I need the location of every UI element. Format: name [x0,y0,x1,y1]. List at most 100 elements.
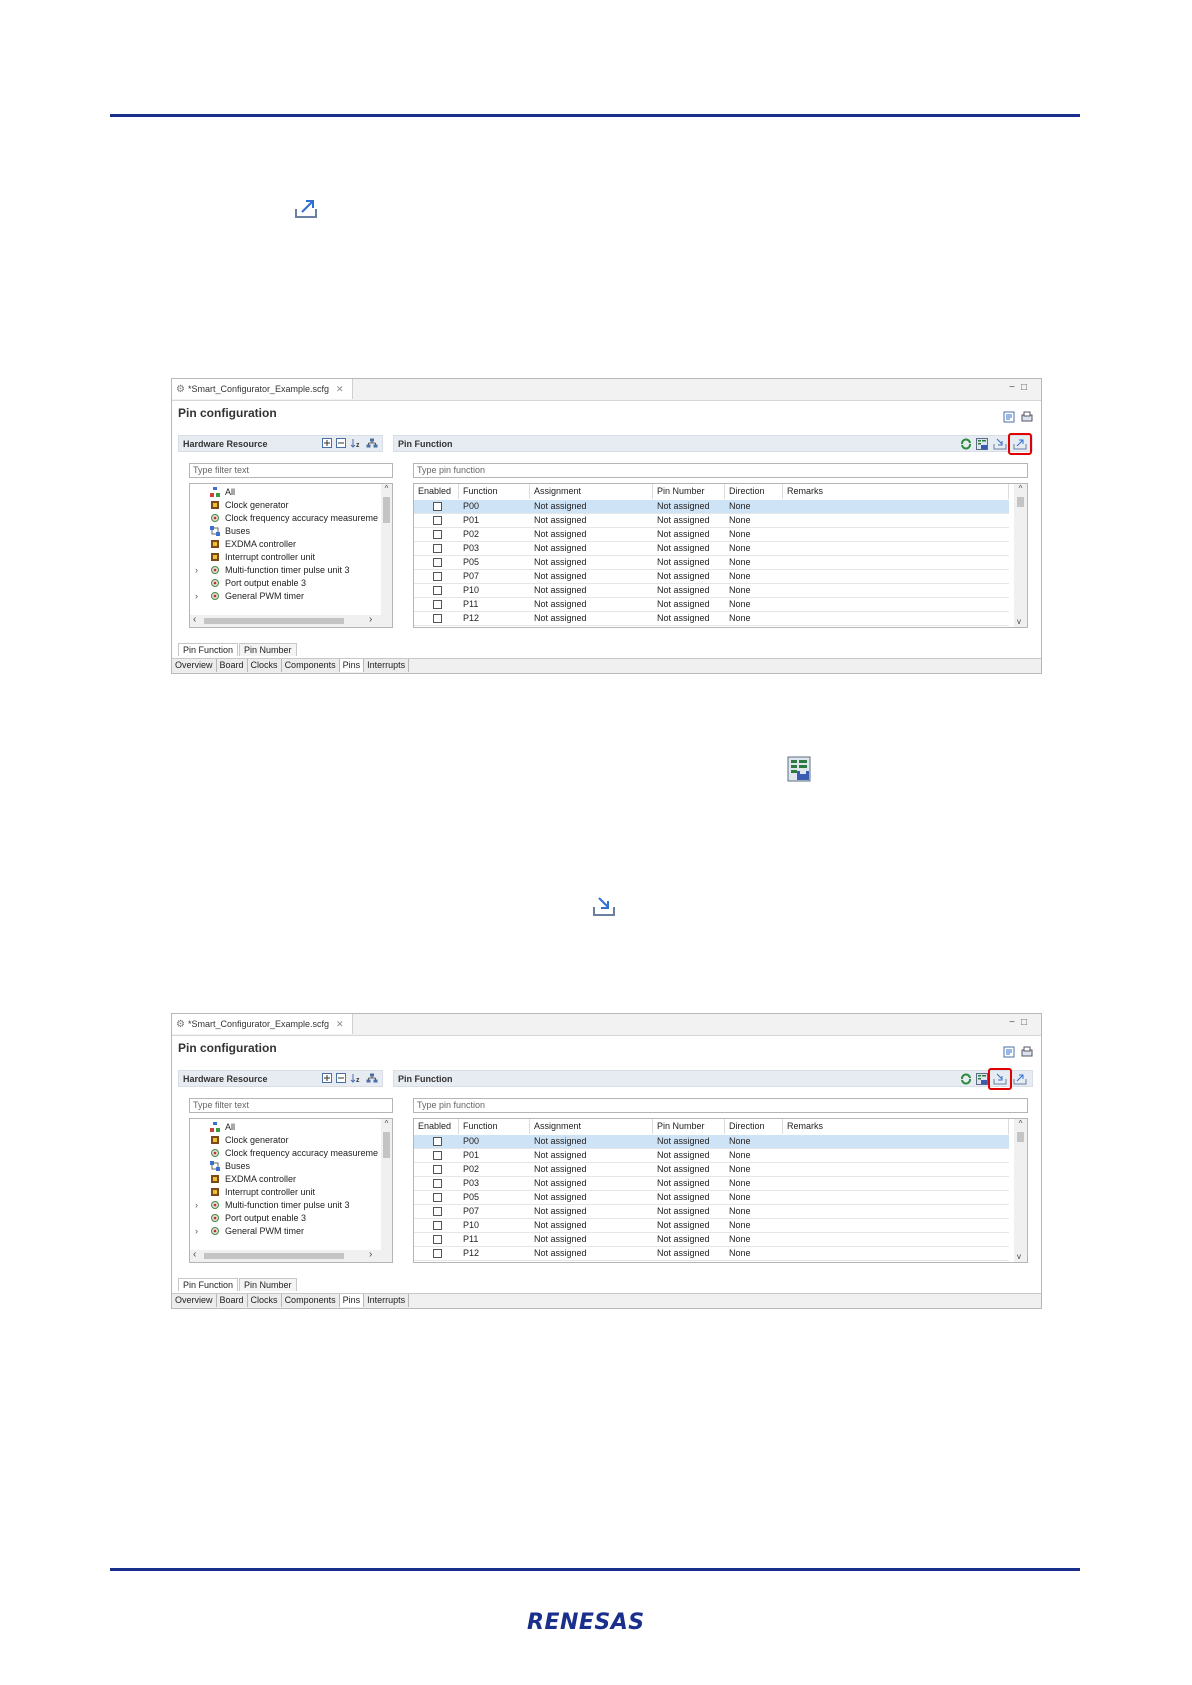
table-row[interactable]: P05 Not assigned Not assigned None [414,1191,1009,1205]
enabled-checkbox[interactable] [433,614,442,623]
export-board-settings-button[interactable] [1012,1073,1028,1085]
column-header[interactable]: Function [459,484,530,499]
tree-item[interactable]: Buses [190,524,382,538]
enabled-checkbox[interactable] [433,1249,442,1258]
scroll-thumb[interactable] [204,618,344,624]
enabled-checkbox[interactable] [433,1193,442,1202]
tree-horizontal-scrollbar[interactable]: ‹ › [190,1249,392,1262]
scroll-up-arrow[interactable]: ^ [1014,484,1027,493]
table-row[interactable]: P01 Not assigned Not assigned None [414,1149,1009,1163]
table-row[interactable]: P02 Not assigned Not assigned None [414,528,1009,542]
column-header[interactable]: Pin Number [653,1119,725,1134]
maximize-icon[interactable]: □ [1021,1017,1033,1028]
enabled-checkbox[interactable] [433,502,442,511]
enabled-checkbox[interactable] [433,516,442,525]
tree-item[interactable]: › Multi-function timer pulse unit 3 [190,563,382,577]
enabled-checkbox[interactable] [433,572,442,581]
table-row[interactable]: P00 Not assigned Not assigned None [414,500,1009,514]
scroll-down-arrow[interactable]: v [1017,1252,1021,1261]
table-row[interactable]: P10 Not assigned Not assigned None [414,1219,1009,1233]
column-header[interactable]: Pin Number [653,484,725,499]
expand-chevron-icon[interactable]: › [195,591,198,601]
scroll-thumb[interactable] [1017,1132,1024,1142]
column-header[interactable]: Remarks [783,1119,1009,1134]
enabled-checkbox[interactable] [433,1137,442,1146]
table-row[interactable]: P03 Not assigned Not assigned None [414,542,1009,556]
enabled-checkbox[interactable] [433,586,442,595]
editor-file-tab[interactable]: ⚙ *Smart_Configurator_Example.scfg ✕ [172,1014,353,1034]
tree-vertical-scrollbar[interactable]: ^ [381,484,392,615]
table-row[interactable]: P12 Not assigned Not assigned None [414,1247,1009,1261]
table-row[interactable]: P00 Not assigned Not assigned None [414,1135,1009,1149]
scroll-right-arrow[interactable]: › [369,1249,372,1260]
table-vertical-scrollbar[interactable]: ^ v [1014,484,1027,627]
tree-horizontal-scrollbar[interactable]: ‹ › [190,614,392,627]
minimize-icon[interactable]: − [1009,382,1021,393]
column-header[interactable]: Enabled [414,484,459,499]
page-tab[interactable]: Board [216,1294,248,1307]
generate-code-icon[interactable] [1003,411,1015,423]
scroll-left-arrow[interactable]: ‹ [193,614,196,625]
page-tab[interactable]: Pins [339,1294,365,1307]
page-tab[interactable]: Components [281,1294,340,1307]
column-header[interactable]: Direction [725,1119,783,1134]
tree-item[interactable]: › General PWM timer [190,589,382,603]
scroll-thumb[interactable] [1017,497,1024,507]
scroll-up-arrow[interactable]: ^ [1014,1119,1027,1128]
sort-icon[interactable]: z [350,1073,362,1083]
page-tab[interactable]: Components [281,659,340,672]
sub-tab[interactable]: Pin Number [239,643,297,656]
collapse-all-icon[interactable] [336,438,346,448]
expand-all-icon[interactable] [322,1073,332,1083]
collapse-all-icon[interactable] [336,1073,346,1083]
close-icon[interactable]: ✕ [336,384,344,395]
table-row[interactable]: P12 Not assigned Not assigned None [414,612,1009,626]
expand-chevron-icon[interactable]: › [195,1226,198,1236]
scroll-left-arrow[interactable]: ‹ [193,1249,196,1260]
tree-vertical-scrollbar[interactable]: ^ [381,1119,392,1250]
enabled-checkbox[interactable] [433,544,442,553]
column-header[interactable]: Direction [725,484,783,499]
tree-item[interactable]: EXDMA controller [190,1172,382,1186]
expand-chevron-icon[interactable]: › [195,565,198,575]
generate-report-icon[interactable] [1021,411,1033,423]
scroll-thumb[interactable] [383,497,390,523]
column-header[interactable]: Remarks [783,484,1009,499]
page-tab[interactable]: Overview [172,1294,217,1307]
page-tab[interactable]: Board [216,659,248,672]
expand-chevron-icon[interactable]: › [195,1200,198,1210]
tree-item[interactable]: Clock frequency accuracy measureme [190,1146,382,1160]
refresh-icon[interactable] [960,438,972,450]
close-icon[interactable]: ✕ [336,1019,344,1030]
page-tab[interactable]: Interrupts [364,659,410,672]
scroll-thumb[interactable] [204,1253,344,1259]
scroll-up-arrow[interactable]: ^ [381,1119,392,1128]
generate-code-icon[interactable] [1003,1046,1015,1058]
column-header[interactable]: Enabled [414,1119,459,1134]
page-tab[interactable]: Pins [339,659,365,672]
tree-item[interactable]: › General PWM timer [190,1224,382,1238]
enabled-checkbox[interactable] [433,1179,442,1188]
enabled-checkbox[interactable] [433,1221,442,1230]
column-header[interactable]: Assignment [530,484,653,499]
pin-function-filter-input[interactable]: Type pin function [413,1098,1028,1113]
generate-report-icon[interactable] [1021,1046,1033,1058]
import-board-settings-button[interactable] [992,438,1008,450]
scroll-thumb[interactable] [383,1132,390,1158]
hardware-filter-input[interactable]: Type filter text [189,463,393,478]
column-header[interactable]: Assignment [530,1119,653,1134]
sub-tab[interactable]: Pin Function [178,643,239,656]
page-tab[interactable]: Interrupts [364,1294,410,1307]
pin-function-filter-input[interactable]: Type pin function [413,463,1028,478]
tree-item[interactable]: Interrupt controller unit [190,550,382,564]
enabled-checkbox[interactable] [433,530,442,539]
tree-item[interactable]: EXDMA controller [190,537,382,551]
hardware-filter-input[interactable]: Type filter text [189,1098,393,1113]
table-row[interactable]: P11 Not assigned Not assigned None [414,598,1009,612]
export-board-settings-button[interactable] [1008,433,1032,455]
table-row[interactable]: P03 Not assigned Not assigned None [414,1177,1009,1191]
table-row[interactable]: P05 Not assigned Not assigned None [414,556,1009,570]
tree-item[interactable]: Clock frequency accuracy measureme [190,511,382,525]
table-row[interactable]: P10 Not assigned Not assigned None [414,584,1009,598]
table-row[interactable]: P02 Not assigned Not assigned None [414,1163,1009,1177]
